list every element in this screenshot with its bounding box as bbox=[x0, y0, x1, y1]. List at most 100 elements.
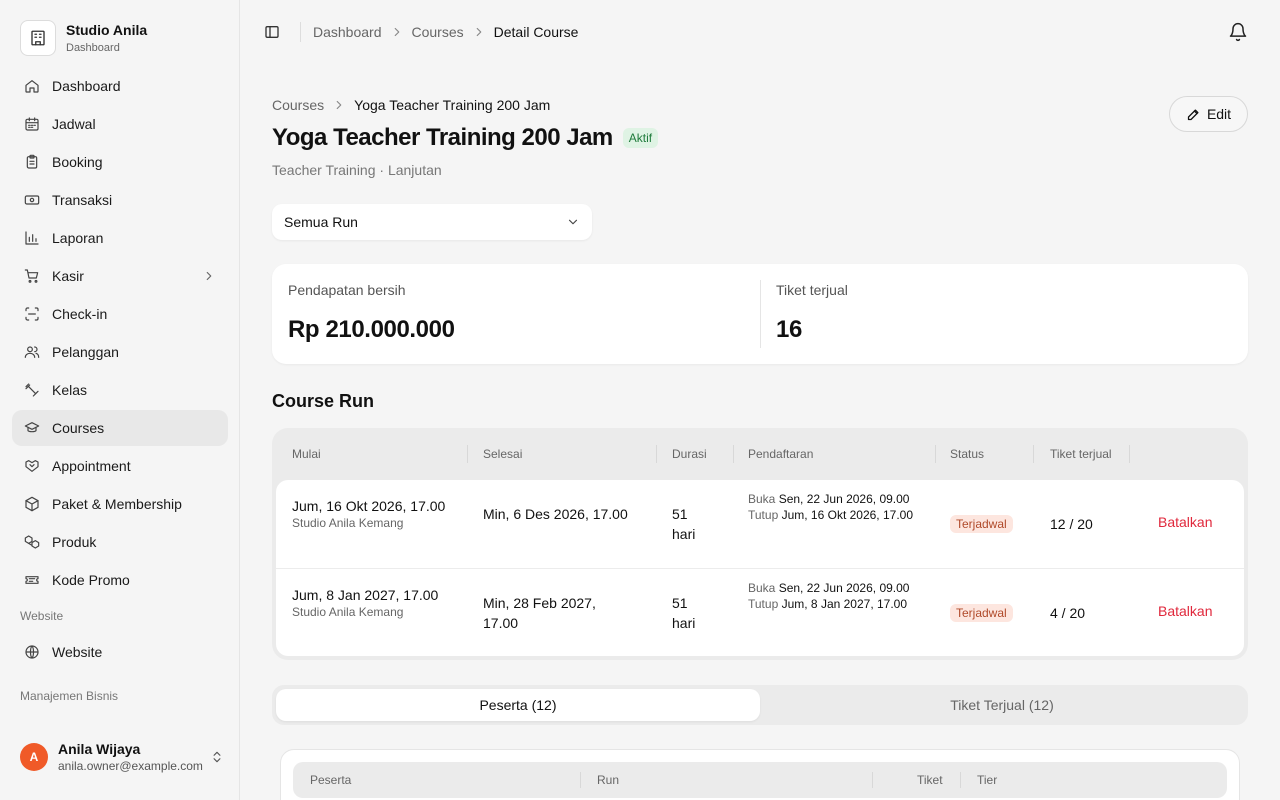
column-header-selesai: Selesai bbox=[483, 446, 523, 461]
sidebar-item-label: Dashboard bbox=[52, 78, 121, 94]
tab-peserta[interactable]: Peserta (12) bbox=[276, 689, 760, 721]
sidebar-item-check-in[interactable]: Check-in bbox=[12, 296, 228, 332]
course-run-table: Mulai Selesai Durasi Pendaftaran Status … bbox=[272, 428, 1248, 660]
sidebar-item-appointment[interactable]: Appointment bbox=[12, 448, 228, 484]
row-end-date: Min, 6 Des 2026, 17.00 bbox=[483, 506, 628, 522]
row-duration: 51 hari bbox=[672, 595, 696, 631]
banknote-icon bbox=[24, 192, 40, 208]
tabs: Peserta (12) Tiket Terjual (12) bbox=[272, 685, 1248, 725]
page-breadcrumb-current: Yoga Teacher Training 200 Jam bbox=[354, 97, 551, 113]
home-icon bbox=[24, 78, 40, 94]
sidebar-item-kelas[interactable]: Kelas bbox=[12, 372, 228, 408]
column-header-tier: Tier bbox=[977, 773, 998, 787]
column-divider bbox=[935, 445, 936, 463]
calendar-icon bbox=[24, 116, 40, 132]
row-start-date: Jum, 16 Okt 2026, 17.00 bbox=[292, 498, 446, 514]
sidebar-item-produk[interactable]: Produk bbox=[12, 524, 228, 560]
tab-tiket-terjual[interactable]: Tiket Terjual (12) bbox=[760, 689, 1244, 721]
users-icon bbox=[24, 344, 40, 360]
sidebar-item-kasir[interactable]: Kasir bbox=[12, 258, 228, 294]
sidebar-item-courses[interactable]: Courses bbox=[12, 410, 228, 446]
sidebar-item-label: Booking bbox=[52, 154, 103, 170]
sidebar-item-laporan[interactable]: Laporan bbox=[12, 220, 228, 256]
table-row[interactable]: Jum, 8 Jan 2027, 17.00 Studio Anila Kema… bbox=[276, 568, 1244, 656]
sidebar-item-label: Kelas bbox=[52, 382, 88, 398]
page-subtitle: Teacher Training · Lanjutan bbox=[272, 162, 442, 178]
edit-button-label: Edit bbox=[1206, 106, 1232, 122]
column-header-durasi: Durasi bbox=[672, 446, 707, 461]
column-header-pendaftaran: Pendaftaran bbox=[748, 446, 814, 461]
run-select-value: Semua Run bbox=[284, 214, 358, 230]
stat-tickets-sold: Tiket terjual 16 bbox=[760, 264, 1248, 364]
column-divider bbox=[1129, 445, 1130, 463]
package-icon bbox=[24, 496, 40, 512]
ticket-icon bbox=[24, 572, 40, 588]
status-badge: Aktif bbox=[622, 128, 659, 148]
cancel-run-button[interactable]: Batalkan bbox=[1158, 603, 1212, 619]
column-header-tiket: Tiket bbox=[917, 773, 943, 787]
chevron-down-icon bbox=[566, 215, 580, 229]
course-run-rows: Jum, 16 Okt 2026, 17.00 Studio Anila Kem… bbox=[276, 480, 1244, 656]
sidebar: Studio Anila Dashboard Dashboard Jadwal … bbox=[0, 0, 240, 800]
column-divider bbox=[960, 772, 961, 788]
sidebar-item-dashboard[interactable]: Dashboard bbox=[12, 68, 228, 104]
column-header-peserta: Peserta bbox=[310, 773, 352, 787]
stat-value: Rp 210.000.000 bbox=[288, 316, 455, 343]
dumbbell-icon bbox=[24, 382, 40, 398]
sidebar-item-label: Paket & Membership bbox=[52, 496, 182, 512]
registration-close-date: Jum, 16 Okt 2026, 17.00 bbox=[781, 508, 914, 522]
sidebar-toggle-icon[interactable] bbox=[264, 24, 280, 40]
column-divider bbox=[1033, 445, 1034, 463]
brand[interactable]: Studio Anila Dashboard bbox=[20, 20, 147, 56]
boxes-icon bbox=[24, 534, 40, 550]
edit-button[interactable]: Edit bbox=[1169, 96, 1248, 132]
handshake-icon bbox=[24, 458, 40, 474]
sidebar-nav-website: Website bbox=[12, 634, 228, 672]
row-tickets: 12 / 20 bbox=[1050, 516, 1093, 532]
sidebar-item-jadwal[interactable]: Jadwal bbox=[12, 106, 228, 142]
user-menu[interactable]: A Anila Wijaya anila.owner@example.com bbox=[20, 740, 224, 774]
brand-subtitle: Dashboard bbox=[66, 42, 120, 54]
column-divider bbox=[656, 445, 657, 463]
pencil-icon bbox=[1186, 107, 1201, 122]
row-duration: 51 hari bbox=[672, 506, 696, 542]
sidebar-item-label: Courses bbox=[52, 420, 105, 436]
bell-icon[interactable] bbox=[1228, 22, 1248, 42]
sidebar-item-label: Check-in bbox=[52, 306, 108, 322]
column-divider bbox=[467, 445, 468, 463]
registration-open-label: Buka bbox=[748, 492, 776, 506]
scan-icon bbox=[24, 306, 40, 322]
sidebar-item-booking[interactable]: Booking bbox=[12, 144, 228, 180]
sidebar-item-label: Transaksi bbox=[52, 192, 113, 208]
sidebar-section-website: Website bbox=[20, 609, 64, 623]
sidebar-item-label: Appointment bbox=[52, 458, 131, 474]
column-divider bbox=[733, 445, 734, 463]
section-title-course-run: Course Run bbox=[272, 391, 375, 411]
cancel-run-button[interactable]: Batalkan bbox=[1158, 514, 1212, 530]
stat-label: Tiket terjual bbox=[776, 282, 848, 298]
sidebar-item-website[interactable]: Website bbox=[12, 634, 228, 670]
brand-name: Studio Anila bbox=[66, 22, 148, 38]
stat-value: 16 bbox=[776, 316, 802, 343]
sidebar-item-paket-membership[interactable]: Paket & Membership bbox=[12, 486, 228, 522]
sidebar-item-kode-promo[interactable]: Kode Promo bbox=[12, 562, 228, 598]
column-header-tiket-terjual: Tiket terjual bbox=[1050, 446, 1112, 461]
row-location: Studio Anila Kemang bbox=[292, 605, 404, 619]
column-header-run: Run bbox=[597, 773, 620, 787]
sidebar-item-transaksi[interactable]: Transaksi bbox=[12, 182, 228, 218]
breadcrumb-courses[interactable]: Courses bbox=[412, 24, 464, 40]
status-badge: Terjadwal bbox=[950, 604, 1013, 622]
table-row[interactable]: Jum, 16 Okt 2026, 17.00 Studio Anila Kem… bbox=[276, 480, 1244, 568]
row-end-date: Min, 28 Feb 2027, 17.00 bbox=[483, 595, 596, 631]
page-title: Yoga Teacher Training 200 Jam bbox=[272, 124, 613, 151]
registration-open-label: Buka bbox=[748, 581, 776, 595]
breadcrumb-dashboard[interactable]: Dashboard bbox=[313, 24, 382, 40]
sidebar-item-pelanggan[interactable]: Pelanggan bbox=[12, 334, 228, 370]
peserta-table: Peserta Run Tiket Tier bbox=[280, 749, 1240, 800]
page-breadcrumb-courses[interactable]: Courses bbox=[272, 97, 324, 113]
run-select[interactable]: Semua Run bbox=[272, 204, 592, 240]
sidebar-item-label: Kode Promo bbox=[52, 572, 130, 588]
row-start: Jum, 16 Okt 2026, 17.00 Studio Anila Kem… bbox=[292, 496, 462, 530]
sidebar-item-label: Produk bbox=[52, 534, 97, 550]
avatar: A bbox=[20, 743, 48, 771]
